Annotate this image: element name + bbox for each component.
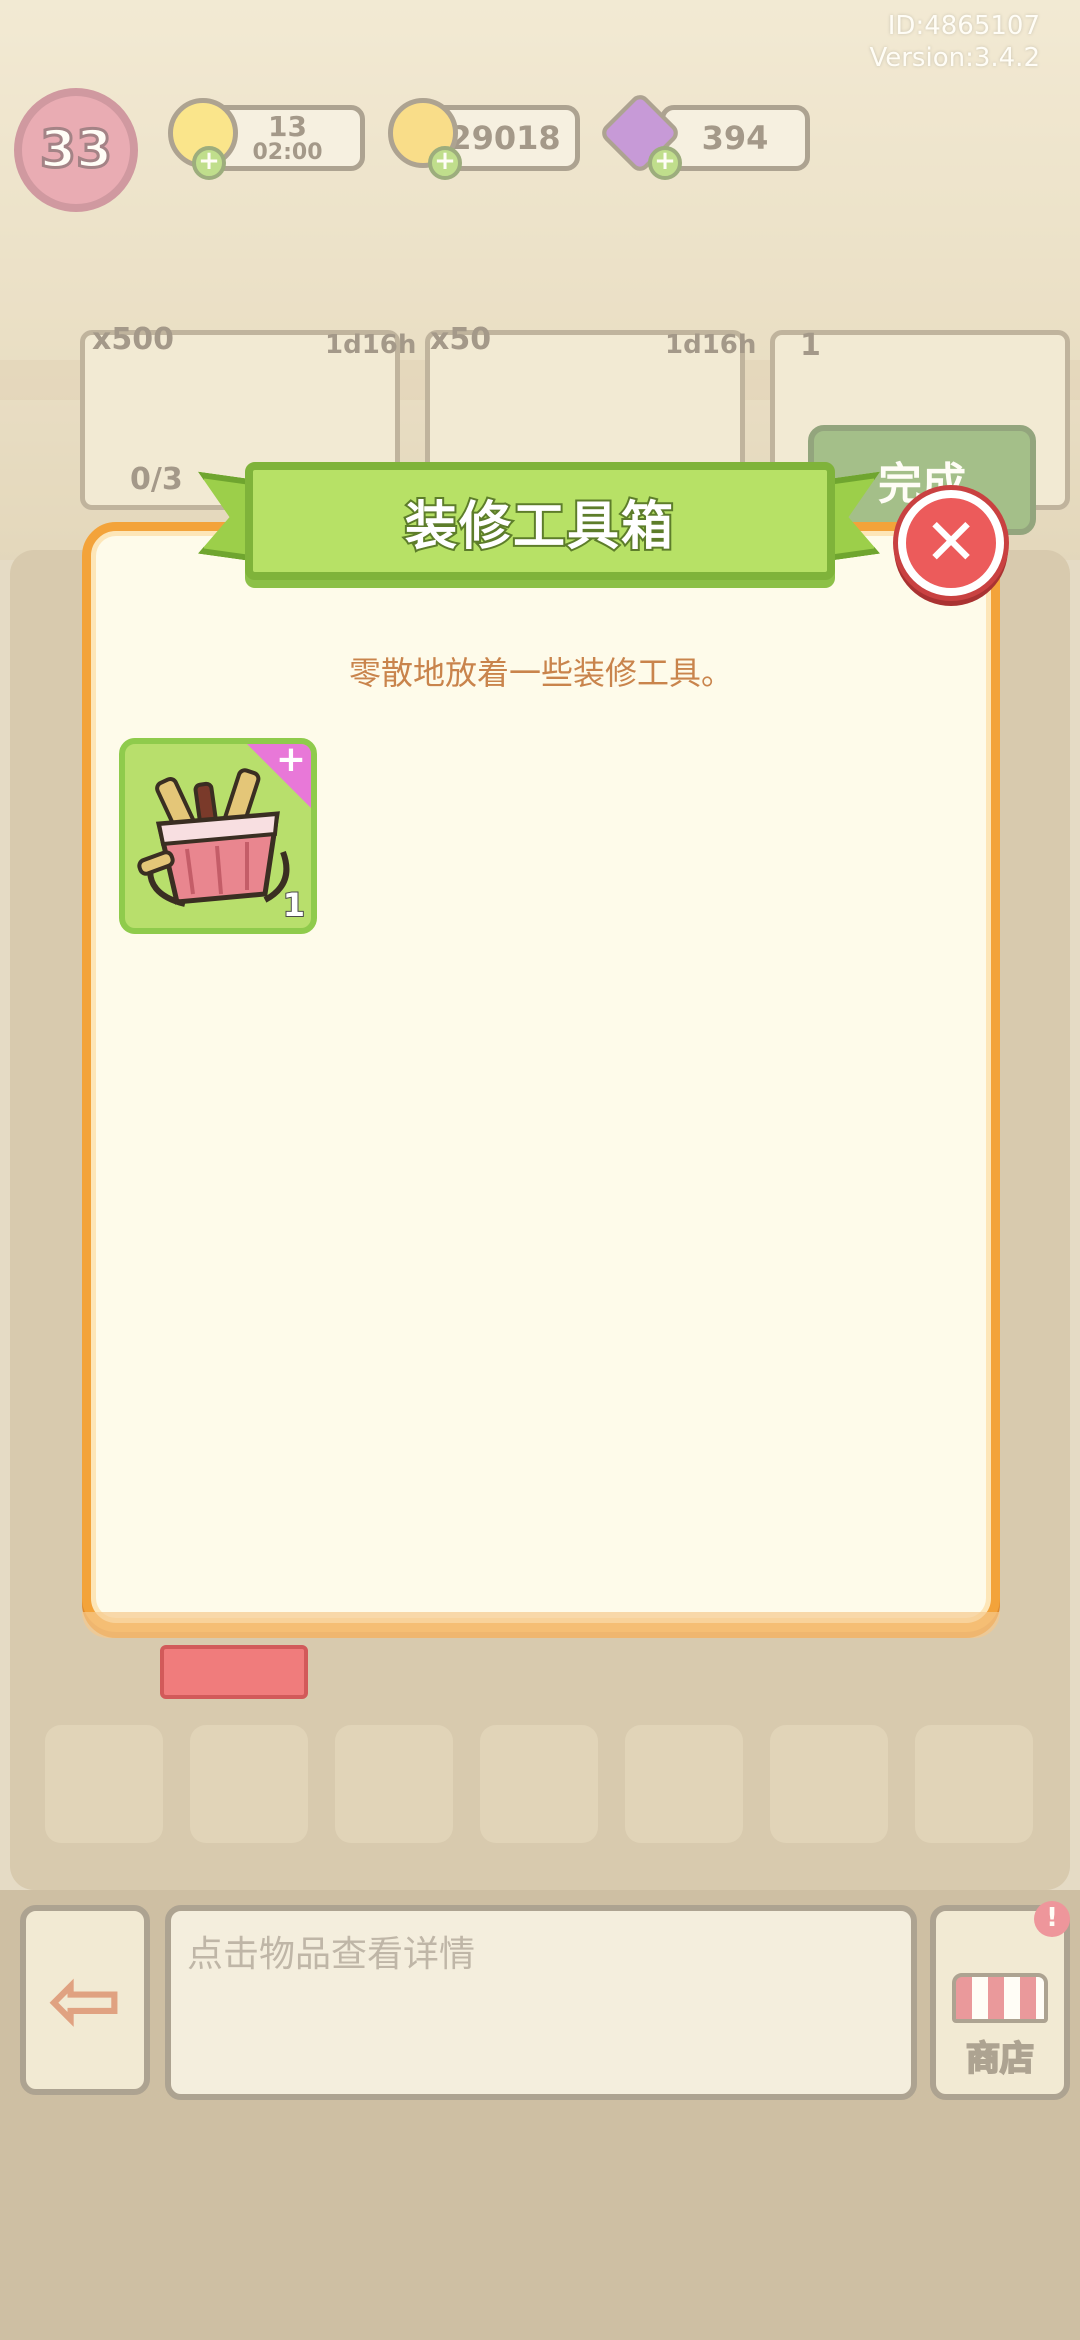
close-icon: ✕ — [924, 506, 978, 580]
dialog-title-ribbon: 装修工具箱 — [245, 462, 835, 580]
close-button[interactable]: ✕ — [898, 490, 1004, 596]
dialog-description: 零散地放着一些装修工具。 — [348, 654, 733, 692]
item-count: 1 — [282, 885, 306, 925]
dialog-title: 装修工具箱 — [403, 495, 675, 559]
dialog-bookmark-ribbon — [160, 1645, 308, 1699]
dialog-bottom-edge — [82, 1612, 1000, 1638]
item-slot[interactable]: + 1 — [119, 738, 317, 934]
plus-icon: + — [275, 739, 307, 780]
